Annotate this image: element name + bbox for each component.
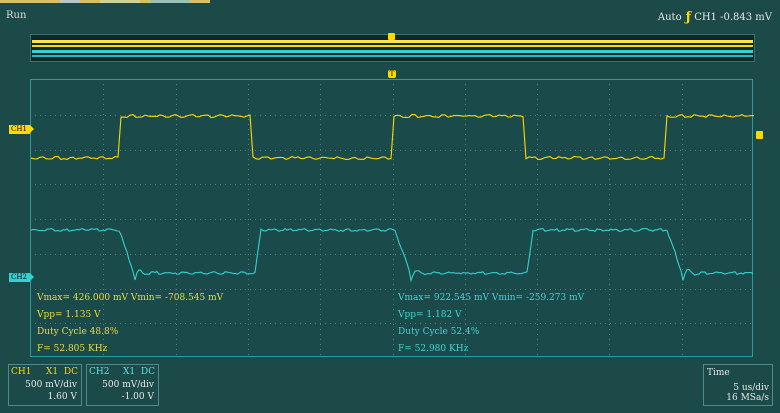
timebase-label: Time [707, 368, 730, 378]
ch1-offset: 1.60 V [47, 392, 77, 402]
ch2-offset-marker[interactable]: CH2 [9, 273, 34, 282]
ch2-duty-cycle: Duty Cycle 52.4% [398, 327, 480, 337]
ch1-offset-marker[interactable]: CH1 [9, 125, 34, 134]
ch2-vpp: Vpp= 1.182 V [398, 310, 462, 320]
ch2-waveform [31, 227, 754, 283]
overview-ch2-trace [32, 50, 753, 53]
ch2-settings-box[interactable]: CH2 X1 DC 500 mV/div -1.00 V [86, 364, 159, 406]
ch1-vmax-vmin: Vmax= 426.000 mV Vmin= -708.545 mV [37, 293, 224, 303]
run-status[interactable]: Run [6, 10, 26, 21]
ch1-scale: 500 mV/div [25, 380, 77, 390]
top-menu-strip [0, 0, 210, 3]
menu-tab[interactable] [100, 0, 140, 3]
ch1-settings-box[interactable]: CH1 X1 DC 500 mV/div 1.60 V [8, 364, 82, 406]
menu-tab[interactable] [150, 0, 190, 3]
trigger-mode: Auto [657, 12, 682, 23]
overview-ch1-trace [32, 40, 753, 43]
ch2-coupling: DC [140, 367, 155, 377]
ch1-vpp: Vpp= 1.135 V [37, 310, 101, 320]
menu-tab[interactable] [60, 0, 80, 3]
timebase-scale: 5 us/div [733, 383, 769, 393]
ch1-label: CH1 [11, 367, 32, 377]
overview-window[interactable] [32, 37, 753, 59]
trigger-level: -0.843 mV [720, 12, 772, 23]
ch1-duty-cycle: Duty Cycle 48.8% [37, 327, 119, 337]
timebase-box[interactable]: Time 5 us/div 16 MSa/s [703, 364, 773, 406]
trigger-status[interactable]: Auto ƒ CH1 -0.843 mV [658, 10, 772, 25]
ch2-probe: X1 [123, 367, 136, 377]
ch2-frequency: F= 52.980 KHz [398, 344, 469, 354]
trigger-position-marker[interactable]: T [388, 70, 396, 78]
ch1-measurements: Vmax= 426.000 mV Vmin= -708.545 mV Vpp= … [37, 290, 223, 358]
ch1-probe: X1 [46, 367, 59, 377]
sample-rate: 16 MSa/s [726, 393, 769, 403]
ch2-scale: 500 mV/div [102, 380, 154, 390]
memory-overview-bar[interactable] [30, 33, 755, 62]
trigger-source: CH1 [694, 12, 717, 23]
ch2-measurements: Vmax= 922.545 mV Vmin= -259.273 mV Vpp= … [398, 290, 584, 358]
ch1-coupling: DC [63, 367, 78, 377]
ch2-vmax-vmin: Vmax= 922.545 mV Vmin= -259.273 mV [398, 293, 585, 303]
overview-ch2-trace [32, 55, 753, 57]
rising-edge-icon: ƒ [685, 10, 692, 25]
ch1-waveform [31, 113, 754, 161]
ch2-label: CH2 [89, 367, 110, 377]
ch2-offset: -1.00 V [121, 392, 154, 402]
overview-ch1-trace [32, 45, 753, 47]
overview-trigger-marker [388, 33, 395, 40]
trigger-level-marker[interactable] [756, 131, 763, 139]
ch1-frequency: F= 52.805 KHz [37, 344, 108, 354]
